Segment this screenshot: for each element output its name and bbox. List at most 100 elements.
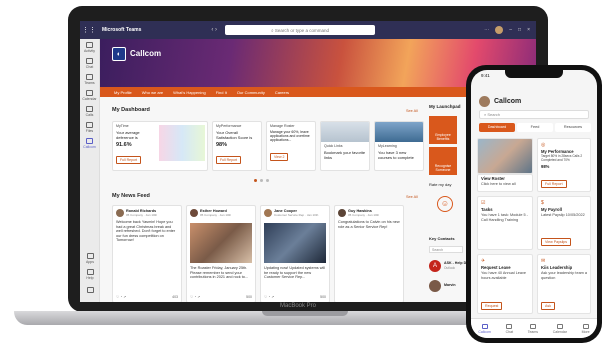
calendar-icon (556, 323, 563, 329)
more-icon (582, 323, 589, 329)
reactions-icon[interactable]: ♡ ◔ ↗ (264, 295, 274, 299)
phone-card-tasks[interactable]: ☑ Tasks You have 1 task: Module 5 - Call… (477, 196, 533, 250)
rail-activity[interactable]: Activity (80, 39, 99, 55)
nav-arrows[interactable]: ‹ › (211, 27, 217, 33)
avatar (338, 209, 346, 217)
avatar[interactable] (479, 96, 490, 107)
laptop-notch (262, 311, 348, 316)
phone-tabs: Dashboard Feed Resources (479, 123, 591, 132)
bottom-nav-more[interactable]: More (582, 323, 590, 334)
phone-view-payslips-button[interactable]: View Payslips (541, 238, 572, 246)
bottom-nav-chat[interactable]: Chat (506, 323, 513, 334)
phone-card-roster[interactable]: View Roster Click here to view all (477, 174, 533, 192)
contact-avatar: A (429, 260, 441, 272)
phone-search-input[interactable]: ⌕ Search (479, 110, 589, 119)
avatar (190, 209, 198, 217)
reactions-icon[interactable]: ♡ ◔ ↗ (190, 295, 200, 299)
waffle-icon[interactable]: ⋮⋮ (80, 26, 98, 34)
rail-calendar[interactable]: Calendar (80, 87, 99, 103)
activity-icon (86, 41, 93, 48)
more-options-icon[interactable]: ⋯ (484, 27, 489, 33)
rail-chat[interactable]: Chat (80, 55, 99, 71)
card-quick-links[interactable]: Quick Links Bookmark your favorite links (320, 121, 370, 171)
card-mylearning[interactable]: MyLearning You have 3 new courses to com… (374, 121, 424, 171)
news-see-all[interactable]: See All (406, 195, 418, 199)
card-myperformance[interactable]: MyPerformance Your Overall Satisfaction … (212, 121, 262, 171)
rail-files[interactable]: Files (80, 119, 99, 135)
news-post-1[interactable]: Ronald Richards 05 Company · Jan 10th Wel… (112, 205, 182, 302)
rail-callcom[interactable]: Callcom (80, 135, 99, 151)
phone-title: Callcom (494, 98, 522, 105)
contacts-search-input[interactable]: Search (429, 246, 463, 253)
news-post-4[interactable]: Guy Hawkins 05 Company · Jan 10th Congrat… (334, 205, 404, 302)
global-search-input[interactable]: ⌕ Search or type a command (225, 25, 376, 35)
card-mytime[interactable]: MyTime Your average deference is 91.6% F… (112, 121, 208, 171)
leave-icon: ✈ (481, 258, 486, 264)
maximize-icon[interactable]: □ (518, 27, 521, 33)
phone-ask-button[interactable]: Ask (541, 302, 555, 310)
news-post-3[interactable]: Jane Cooper Customer Service Rep · Jan 10… (260, 205, 330, 302)
performance-full-report-button[interactable]: Full Report (216, 156, 242, 164)
close-icon[interactable]: × (527, 27, 530, 33)
reactions-icon[interactable]: ♡ ◔ ↗ (116, 295, 126, 299)
user-avatar[interactable] (495, 26, 504, 34)
nav-who-we-are[interactable]: Who we are (142, 90, 163, 95)
phone-full-report-button[interactable]: Full Report (541, 180, 567, 188)
avatar (264, 209, 272, 217)
minimize-icon[interactable]: – (509, 27, 512, 33)
rail-apps[interactable]: Apps (80, 250, 100, 266)
performance-icon: ◎ (541, 142, 546, 148)
bottom-nav-callcom[interactable]: Callcom (478, 323, 491, 334)
mytime-full-report-button[interactable]: Full Report (116, 156, 142, 164)
app-rail: Activity Chat Teams Calendar Calls Files… (80, 39, 100, 302)
phone-notch (505, 70, 563, 78)
device-mockup: MacBook Pro ⋮⋮ Microsoft Teams ‹ › ⌕ Sea… (0, 0, 611, 347)
dashboard-pager[interactable] (254, 179, 269, 182)
tab-dashboard[interactable]: Dashboard (479, 123, 515, 132)
calendar-icon (86, 89, 93, 96)
bottom-nav-calendar[interactable]: Calendar (553, 323, 567, 334)
rate-my-day-label: Rate my day (429, 182, 452, 187)
phone-card-leadership[interactable]: ✉ Kiis Leadership Ask your leadership te… (537, 254, 591, 314)
chat-icon (86, 57, 93, 64)
rail-teams[interactable]: Teams (80, 71, 99, 87)
dashboard-see-all[interactable]: See All (406, 109, 418, 113)
nav-careers[interactable]: Careers (275, 90, 289, 95)
app-name: Microsoft Teams (102, 27, 142, 33)
bottom-nav-teams[interactable]: Teams (528, 323, 538, 334)
roster-view-button[interactable]: View 2 (270, 152, 289, 161)
laptop-brand: MacBook Pro (280, 303, 317, 309)
download-icon (86, 286, 94, 293)
mytime-chart-thumbnail (159, 125, 205, 161)
nav-find-it[interactable]: Find It (216, 90, 227, 95)
contact-sub: Outlook (444, 266, 455, 270)
nav-whats-happening[interactable]: What's Happening (173, 90, 206, 95)
rail-download[interactable] (80, 282, 100, 298)
phone-card-request-leave[interactable]: ✈ Request Leave You have 40 Annual Leave… (477, 254, 533, 314)
phone-request-button[interactable]: Request (481, 302, 503, 310)
tasks-icon: ☑ (481, 200, 486, 206)
phone-card-performance[interactable]: ◎ My Performance Target 80% in 28secs Ca… (537, 138, 591, 192)
nav-our-community[interactable]: Our Community (237, 90, 265, 95)
payroll-icon: $ (541, 200, 544, 206)
nav-my-profile[interactable]: My Profile (114, 90, 132, 95)
callcom-icon (481, 323, 488, 329)
rail-calls[interactable]: Calls (80, 103, 99, 119)
phone-card-payroll[interactable]: $ My Payroll Latest Payslip 10/05/2022 V… (537, 196, 591, 250)
tile-employee-benefits[interactable]: Employee Benefits (429, 116, 457, 144)
tile-recognise-someone[interactable]: Recognise Someone (429, 147, 457, 175)
quick-links-image (321, 122, 369, 142)
chat-icon (506, 323, 513, 329)
phone-screen: 9:41 Callcom ⌕ Search Dashboard Feed Res… (471, 70, 597, 338)
news-image (264, 223, 326, 263)
tab-resources[interactable]: Resources (555, 123, 591, 132)
hero-logo-text: Callcom (130, 49, 162, 58)
card-manage-roster[interactable]: Manage Roster Manage your 60%, leave app… (266, 121, 316, 171)
news-post-2[interactable]: Esther Howard 05 Company · Jan 10th The R… (186, 205, 256, 302)
contact-name[interactable]: Marvin (444, 283, 456, 287)
phone-card-photo[interactable] (477, 138, 533, 174)
tab-feed[interactable]: Feed (517, 123, 553, 132)
smiley-icon[interactable]: ☺ (437, 196, 453, 212)
rail-help[interactable]: Help (80, 266, 100, 282)
mylearning-image (375, 122, 423, 142)
